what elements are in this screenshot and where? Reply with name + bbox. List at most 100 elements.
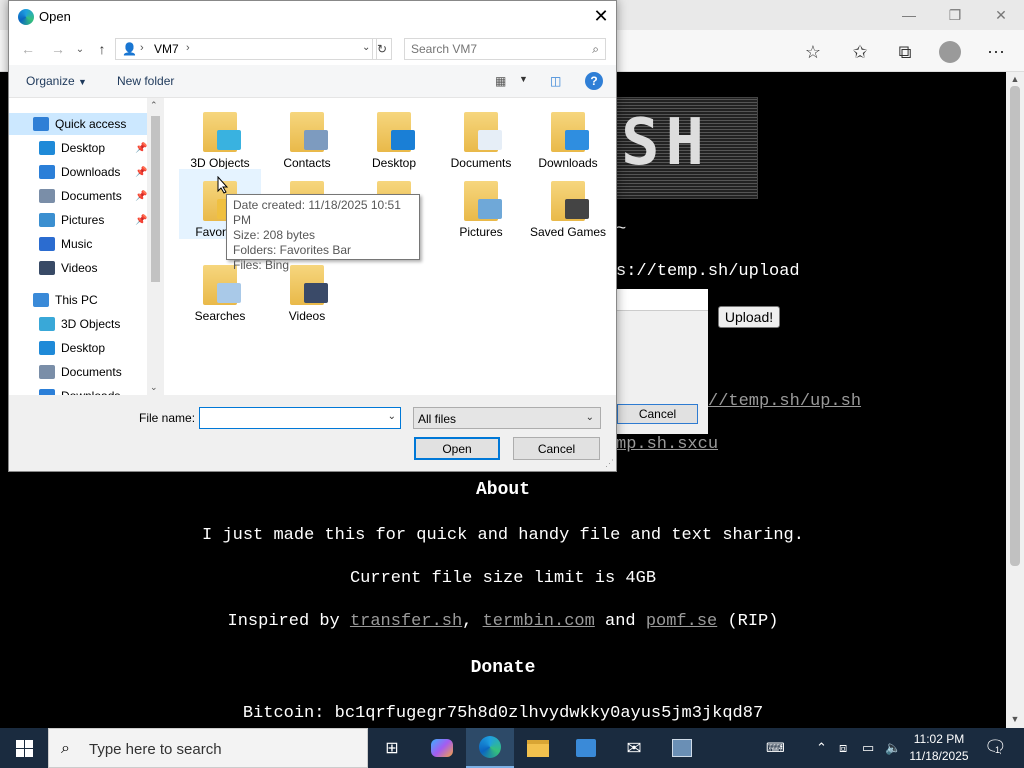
search-box[interactable]: ⌕ [404, 38, 606, 60]
nav-item[interactable]: Desktop 📌 [9, 137, 149, 159]
refresh-icon[interactable]: ↻ [372, 38, 392, 60]
transfer-sh-link[interactable]: transfer.sh [350, 612, 462, 631]
notification-icon[interactable]: 🗨1 [984, 737, 1007, 758]
change-view-icon[interactable]: ▦ [495, 74, 506, 88]
meet-now-icon[interactable]: ⧈ [839, 740, 847, 756]
scroll-down-icon[interactable]: ▼ [1009, 714, 1021, 726]
preview-pane-icon[interactable]: ◫ [550, 74, 561, 88]
inspired-suffix: (RIP) [727, 612, 779, 631]
breadcrumb-separator-icon[interactable]: › [186, 42, 190, 54]
file-name-field[interactable]: ⌄ [199, 407, 401, 429]
system-clock[interactable]: 11:02 PM 11/18/2025 [908, 731, 970, 765]
task-view-icon[interactable]: ⊞ [368, 728, 416, 768]
nav-item[interactable]: Pictures 📌 [9, 209, 149, 231]
folder-item[interactable]: Pictures [440, 169, 522, 239]
film-icon [304, 283, 328, 303]
nav-pane-scrollbar[interactable]: ⌃ ⌄ [147, 98, 164, 395]
app-icon[interactable] [658, 728, 706, 768]
collections-icon[interactable]: ⧉ [891, 38, 919, 66]
folder-item[interactable]: Downloads [527, 100, 609, 170]
keyboard-icon[interactable]: ⌨ [766, 740, 785, 756]
breadcrumb-vm7[interactable]: VM7 [154, 42, 179, 56]
dialog-close-icon[interactable]: ✕ [586, 1, 616, 32]
file-explorer-icon[interactable] [514, 728, 562, 768]
file-name-input[interactable] [204, 411, 379, 426]
resize-grip-icon[interactable]: ⋰ [605, 458, 614, 469]
nav-item[interactable]: Documents [9, 361, 149, 383]
nav-item[interactable]: Quick access [9, 113, 149, 135]
termbin-link[interactable]: termbin.com [483, 612, 595, 631]
minimize-icon[interactable]: — [886, 0, 932, 30]
nav-item[interactable]: Downloads [9, 385, 149, 395]
cube-icon [217, 130, 241, 150]
nav-scroll-down-icon[interactable]: ⌄ [150, 382, 158, 393]
bitcoin-label: Bitcoin: [242, 704, 325, 723]
organize-label: Organize [26, 74, 75, 88]
nav-item-label: Desktop [61, 341, 106, 355]
mail-icon[interactable]: ✉ [610, 728, 658, 768]
windows-start-icon[interactable] [0, 728, 48, 768]
address-dropdown-icon[interactable]: ⌄ [362, 42, 370, 53]
profile-avatar-icon[interactable] [936, 38, 964, 66]
upload-script-link[interactable]: //temp.sh/up.sh [708, 392, 861, 411]
tray-chevron-icon[interactable]: ⌃ [816, 740, 827, 756]
nav-item[interactable]: Downloads 📌 [9, 161, 149, 183]
favorites-icon[interactable]: ✩ [846, 38, 874, 66]
folder-item[interactable]: Documents [440, 100, 522, 170]
copilot-icon[interactable] [418, 728, 466, 768]
nav-item[interactable]: Desktop [9, 337, 149, 359]
pomf-link[interactable]: pomf.se [646, 612, 717, 631]
tooltip-folders: Folders: Favorites Bar [233, 243, 352, 257]
nav-item[interactable]: This PC [9, 289, 149, 311]
folder-item[interactable]: Contacts [266, 100, 348, 170]
tooltip-date-created: Date created: 11/18/2025 10:51 PM [233, 198, 401, 227]
close-icon[interactable]: ✕ [978, 0, 1024, 30]
page-scrollbar-thumb[interactable] [1010, 86, 1020, 566]
folder-item[interactable]: Saved Games [527, 169, 609, 239]
nav-item[interactable]: Videos [9, 257, 149, 279]
pictures-icon [478, 199, 502, 219]
folder-label: Desktop [371, 156, 417, 170]
edge-icon [18, 9, 34, 25]
nav-item[interactable]: 3D Objects [9, 313, 149, 335]
file-name-dropdown-icon[interactable]: ⌄ [388, 411, 396, 422]
site-logo: SH [616, 97, 758, 199]
view-options-chevron-icon[interactable]: ▼ [519, 74, 528, 84]
up-arrow-icon[interactable]: ↑ [93, 40, 111, 58]
address-bar[interactable]: 👤 › VM7 › ⌄ [115, 38, 377, 60]
search-input[interactable] [411, 41, 581, 57]
nav-pane-scroll-thumb[interactable] [151, 116, 160, 282]
organize-button[interactable]: Organize ▼ [26, 74, 87, 88]
nav-scroll-up-icon[interactable]: ⌃ [150, 100, 158, 111]
back-arrow-icon[interactable]: ← [19, 40, 37, 58]
edge-taskbar-icon[interactable] [466, 728, 514, 768]
volume-muted-icon[interactable]: 🔈 [885, 740, 901, 756]
maximize-icon[interactable]: ❐ [932, 0, 978, 30]
taskbar-search-box[interactable]: ⌕ Type here to search [48, 728, 368, 768]
folder-item[interactable]: Desktop [353, 100, 435, 170]
folder-item[interactable]: 3D Objects [179, 100, 261, 170]
music-icon [39, 237, 55, 251]
recent-locations-chevron-icon[interactable]: ⌄ [71, 40, 89, 58]
nav-item[interactable]: Music [9, 233, 149, 255]
help-icon[interactable]: ? [585, 72, 603, 90]
new-folder-button[interactable]: New folder [117, 74, 174, 88]
nav-item[interactable]: Documents 📌 [9, 185, 149, 207]
search-icon[interactable]: ⌕ [592, 42, 599, 57]
contacts-icon [304, 130, 328, 150]
network-icon[interactable]: ▭ [862, 740, 874, 756]
scroll-up-icon[interactable]: ▲ [1009, 74, 1021, 86]
upload-button[interactable]: Upload! [718, 306, 780, 328]
store-icon[interactable] [562, 728, 610, 768]
file-type-select[interactable]: All files ⌄ [413, 407, 601, 429]
add-favorite-icon[interactable]: ☆ [799, 38, 827, 66]
open-button[interactable]: Open [414, 437, 500, 460]
sxcu-link[interactable]: mp.sh.sxcu [616, 435, 718, 454]
background-cancel-button[interactable]: Cancel [617, 404, 698, 424]
forward-arrow-icon[interactable]: → [49, 40, 67, 58]
cancel-button[interactable]: Cancel [513, 437, 600, 460]
donate-heading: Donate [470, 658, 536, 678]
breadcrumb-separator-icon[interactable]: › [140, 42, 144, 54]
search-icon: ⌕ [61, 740, 70, 757]
more-menu-icon[interactable]: ⋯ [982, 38, 1010, 66]
